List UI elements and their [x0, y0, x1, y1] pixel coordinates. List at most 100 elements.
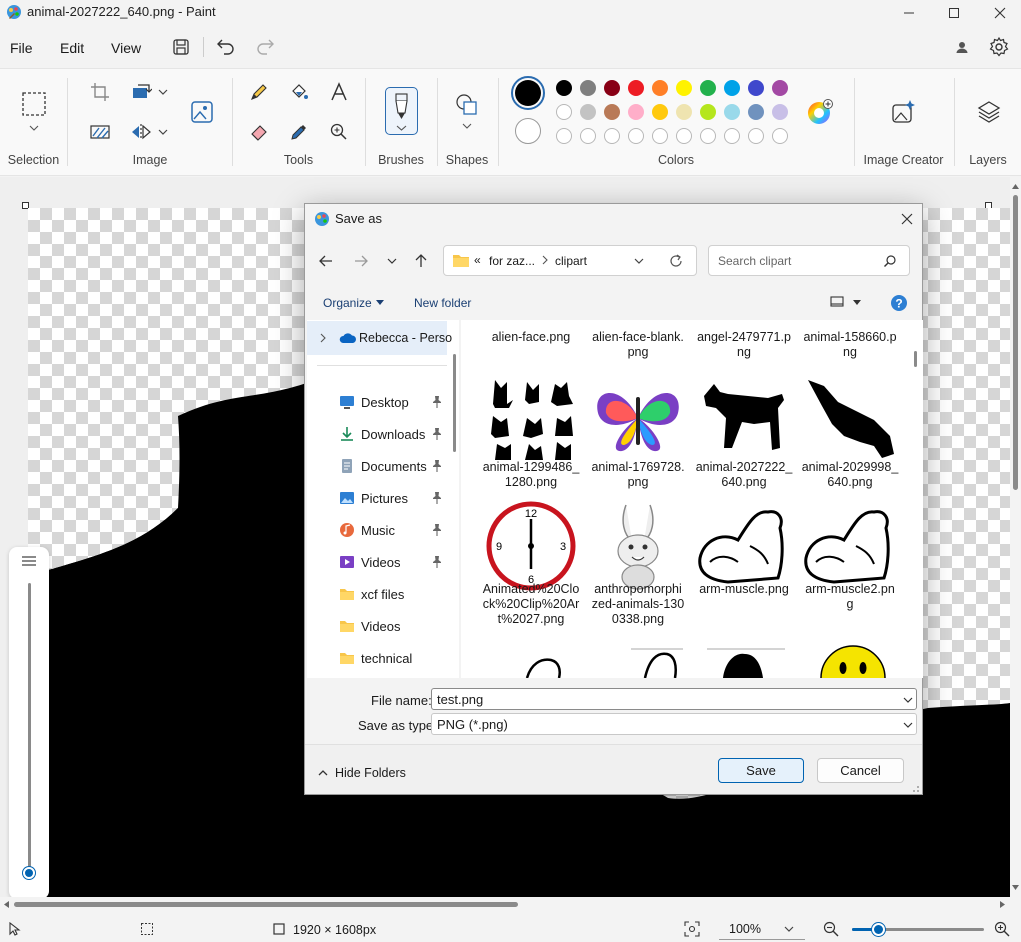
palette-color-swatch[interactable] — [604, 80, 620, 96]
brushes-button[interactable] — [385, 87, 418, 135]
resize-grip-icon[interactable] — [910, 783, 920, 793]
close-window-button[interactable] — [977, 0, 1021, 26]
custom-color-slot[interactable] — [772, 128, 788, 144]
select-transparent-icon[interactable] — [87, 119, 113, 145]
flip-chevron-down-icon[interactable] — [157, 127, 169, 137]
custom-color-slot[interactable] — [556, 128, 572, 144]
horizontal-scroll-thumb[interactable] — [14, 902, 518, 907]
vertical-scroll-thumb[interactable] — [1013, 195, 1018, 490]
custom-color-slot[interactable] — [700, 128, 716, 144]
layers-icon[interactable] — [975, 98, 1003, 126]
fit-to-window-icon[interactable] — [684, 921, 700, 937]
file-thumbnail[interactable] — [487, 656, 577, 678]
zoom-out-icon[interactable] — [823, 921, 839, 937]
shapes-button[interactable] — [453, 92, 481, 136]
nav-item[interactable]: xcf files — [339, 582, 454, 606]
nav-onedrive-row[interactable]: Rebecca - Perso — [307, 321, 452, 355]
nav-item[interactable]: Music — [339, 518, 454, 542]
menu-edit[interactable]: Edit — [60, 40, 84, 56]
file-name-chevron-down-icon[interactable] — [902, 695, 914, 705]
breadcrumb-segment[interactable]: for zaz... — [489, 254, 535, 268]
select-rectangle-tool[interactable] — [20, 90, 48, 134]
palette-color-swatch[interactable] — [700, 80, 716, 96]
file-item[interactable]: animal-1299486_ 1280.png — [479, 372, 583, 489]
nav-item[interactable]: Pictures — [339, 486, 454, 510]
pin-icon[interactable] — [431, 395, 443, 409]
palette-color-swatch[interactable] — [580, 80, 596, 96]
organize-button[interactable]: Organize — [323, 296, 372, 310]
address-overflow[interactable]: « — [474, 253, 481, 267]
breadcrumb-current[interactable]: clipart — [555, 254, 587, 268]
edit-colors-icon[interactable] — [806, 98, 834, 126]
palette-color-swatch[interactable] — [556, 104, 572, 120]
undo-icon[interactable] — [214, 36, 238, 58]
refresh-icon[interactable] — [668, 253, 684, 269]
expand-chevron-right-icon[interactable] — [319, 332, 327, 344]
hide-folders-button[interactable]: Hide Folders — [335, 766, 406, 780]
custom-color-slot[interactable] — [628, 128, 644, 144]
scroll-left-arrow-icon[interactable] — [3, 901, 11, 908]
forward-button[interactable] — [348, 248, 374, 274]
palette-color-swatch[interactable] — [652, 104, 668, 120]
help-icon[interactable]: ? — [890, 294, 908, 312]
search-input[interactable]: Search clipart — [708, 245, 910, 276]
pin-icon[interactable] — [431, 523, 443, 537]
menu-file[interactable]: File — [10, 40, 33, 56]
pin-icon[interactable] — [431, 427, 443, 441]
palette-color-swatch[interactable] — [772, 80, 788, 96]
nav-item[interactable]: Desktop — [339, 390, 454, 414]
scroll-down-arrow-icon[interactable] — [1012, 883, 1019, 891]
nav-scroll-thumb[interactable] — [453, 354, 456, 452]
palette-color-swatch[interactable] — [676, 104, 692, 120]
zoom-select[interactable]: 100% — [719, 916, 805, 940]
palette-color-swatch[interactable] — [748, 104, 764, 120]
cancel-button[interactable]: Cancel — [817, 758, 904, 783]
view-dropdown-icon[interactable] — [853, 300, 861, 306]
file-item[interactable]: animal-1769728. png — [586, 372, 690, 489]
file-item[interactable]: animal-2029998_ 640.png — [798, 372, 902, 489]
zoom-in-icon[interactable] — [994, 921, 1010, 937]
custom-color-slot[interactable] — [652, 128, 668, 144]
palette-color-swatch[interactable] — [676, 80, 692, 96]
custom-color-slot[interactable] — [676, 128, 692, 144]
nav-item[interactable]: technical — [339, 646, 454, 670]
back-button[interactable] — [313, 248, 339, 274]
file-name-input[interactable]: test.png — [431, 688, 917, 710]
file-thumbnail[interactable] — [807, 644, 897, 678]
image-creator-icon[interactable] — [889, 98, 917, 126]
crop-icon[interactable] — [87, 79, 113, 105]
nav-item[interactable]: Documents — [339, 454, 454, 478]
palette-color-swatch[interactable] — [700, 104, 716, 120]
file-scroll-thumb[interactable] — [914, 351, 917, 367]
custom-color-slot[interactable] — [580, 128, 596, 144]
scroll-right-arrow-icon[interactable] — [998, 901, 1006, 908]
palette-color-swatch[interactable] — [604, 104, 620, 120]
image-properties-icon[interactable] — [188, 98, 216, 126]
save-button[interactable]: Save — [718, 758, 804, 783]
palette-color-swatch[interactable] — [748, 80, 764, 96]
zoom-slider-thumb[interactable] — [872, 923, 886, 936]
save-type-select[interactable]: PNG (*.png) — [431, 713, 917, 735]
address-bar[interactable]: « for zaz... clipart — [443, 245, 697, 276]
primary-color-swatch[interactable] — [511, 76, 545, 110]
account-icon[interactable] — [953, 38, 971, 56]
new-folder-button[interactable]: New folder — [414, 296, 471, 310]
address-chevron-down-icon[interactable] — [633, 256, 645, 266]
palette-color-swatch[interactable] — [628, 80, 644, 96]
dialog-close-button[interactable] — [893, 206, 921, 232]
custom-color-slot[interactable] — [748, 128, 764, 144]
palette-color-swatch[interactable] — [724, 104, 740, 120]
slider-thumb[interactable] — [23, 867, 35, 879]
maximize-button[interactable] — [931, 0, 977, 26]
file-item[interactable]: arm-muscle.png — [692, 500, 796, 596]
search-icon[interactable] — [883, 254, 897, 268]
file-item[interactable]: animal-2027222_ 640.png — [692, 372, 796, 489]
file-thumbnail[interactable] — [701, 648, 791, 678]
palette-color-swatch[interactable] — [580, 104, 596, 120]
brush-size-slider[interactable] — [9, 547, 49, 897]
file-thumbnail[interactable] — [595, 648, 685, 678]
file-item[interactable]: anthropomorphi zed-animals-130 0338.png — [586, 500, 690, 626]
custom-color-slot[interactable] — [604, 128, 620, 144]
palette-color-swatch[interactable] — [628, 104, 644, 120]
nav-item[interactable]: Videos — [339, 614, 454, 638]
